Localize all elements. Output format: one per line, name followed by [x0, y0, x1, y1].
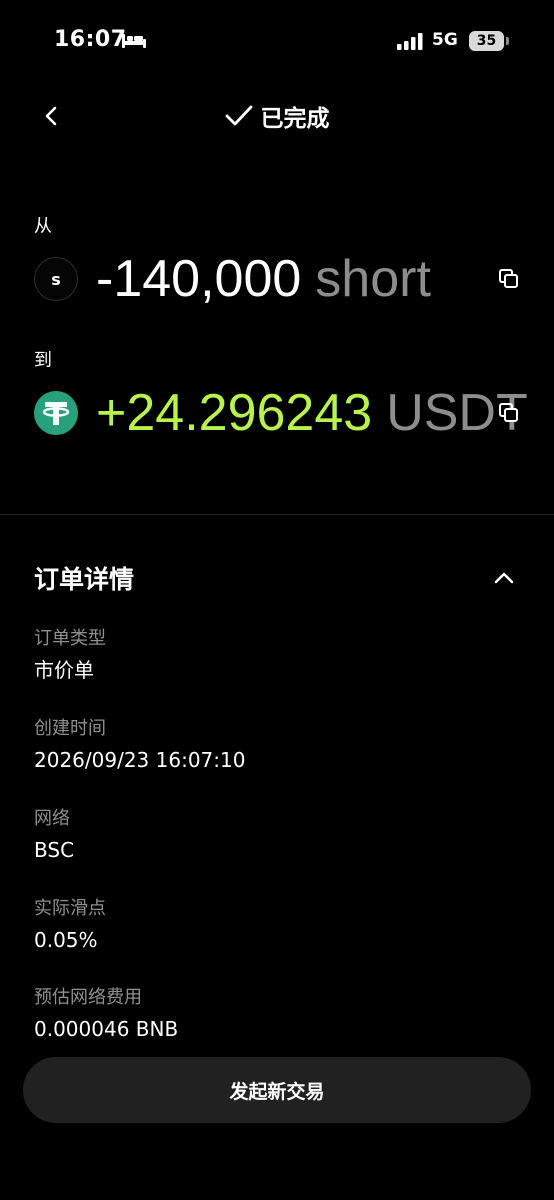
- order-details-title: 订单详情: [34, 565, 135, 594]
- short-token-letter: s: [51, 269, 61, 289]
- check-icon: [225, 105, 252, 126]
- battery-tip: [506, 37, 509, 45]
- to-amount: +24.296243 USDT: [96, 387, 528, 439]
- to-amount-value: +24.296243: [96, 384, 373, 442]
- status-time: 16:07: [54, 27, 127, 52]
- detail-slippage: 实际滑点 0.05%: [34, 898, 520, 952]
- to-label: 到: [34, 350, 52, 371]
- network-type: 5G: [432, 30, 458, 50]
- status-bar: 16:07 5G 35: [0, 0, 554, 84]
- detail-label: 订单类型: [34, 628, 106, 649]
- detail-value: 市价单: [34, 658, 94, 682]
- battery-icon: 35: [469, 31, 504, 51]
- copy-icon[interactable]: [498, 268, 520, 290]
- detail-label: 实际滑点: [34, 898, 106, 919]
- new-trade-button[interactable]: 发起新交易: [23, 1057, 531, 1123]
- section-divider: [0, 514, 554, 515]
- detail-created-time: 创建时间 2026/09/23 16:07:10: [34, 718, 520, 772]
- detail-label: 创建时间: [34, 718, 106, 739]
- detail-value: 0.05%: [34, 928, 98, 952]
- detail-value: 2026/09/23 16:07:10: [34, 748, 246, 772]
- detail-value: BSC: [34, 838, 75, 862]
- page-title: 已完成: [0, 96, 554, 136]
- from-label: 从: [34, 216, 52, 237]
- detail-value: 0.000046 BNB: [34, 1017, 179, 1041]
- tether-glyph: [42, 402, 70, 425]
- from-amount-unit: short: [315, 250, 431, 308]
- detail-order-type: 订单类型 市价单: [34, 628, 520, 682]
- to-amount-row: +24.296243 USDT: [34, 378, 528, 448]
- collapse-details-button[interactable]: [488, 562, 520, 594]
- detail-label: 网络: [34, 808, 70, 829]
- detail-network: 网络 BSC: [34, 808, 520, 862]
- chevron-up-icon: [494, 572, 514, 584]
- from-amount-value: -140,000: [96, 250, 302, 308]
- status-text: 已完成: [260, 106, 330, 132]
- signal-icon: [397, 33, 423, 50]
- short-token-icon: s: [34, 257, 78, 301]
- detail-label: 预估网络费用: [34, 987, 142, 1008]
- from-amount-row: s -140,000 short: [34, 244, 520, 314]
- detail-network-fee: 预估网络费用 0.000046 BNB: [34, 987, 520, 1041]
- tether-icon: [34, 391, 78, 435]
- bed-icon: [122, 34, 146, 48]
- copy-icon[interactable]: [498, 402, 520, 424]
- from-amount: -140,000 short: [96, 253, 431, 305]
